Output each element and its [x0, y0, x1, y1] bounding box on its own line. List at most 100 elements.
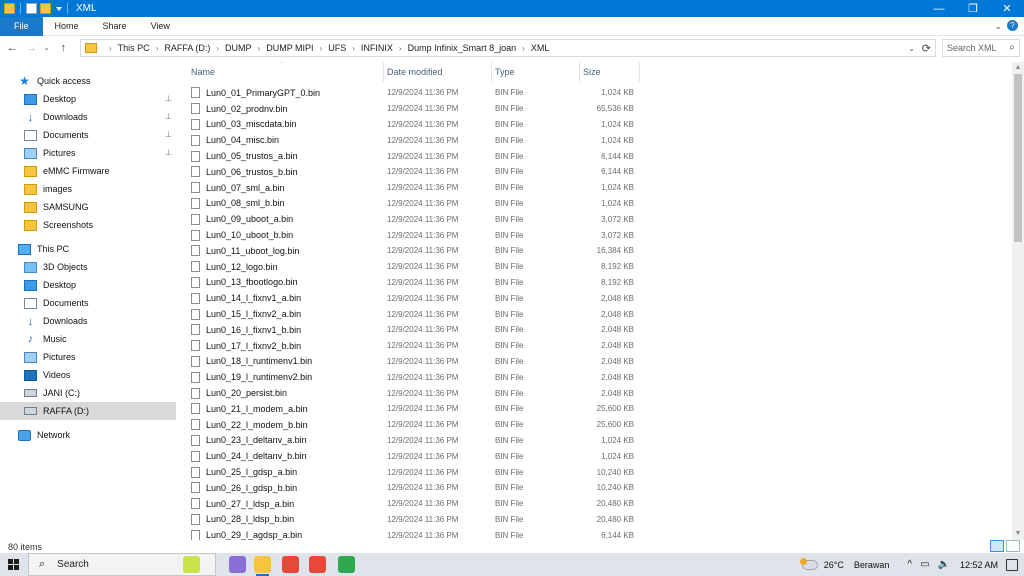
file-name-cell[interactable]: Lun0_09_uboot_a.bin	[191, 213, 293, 225]
file-name-cell[interactable]: Lun0_06_trustos_b.bin	[191, 166, 298, 178]
address-dropdown-icon[interactable]: ⌄	[908, 44, 915, 53]
file-name-cell[interactable]: Lun0_12_logo.bin	[191, 261, 278, 273]
notification-icon[interactable]	[1006, 558, 1018, 571]
file-explorer-icon[interactable]	[254, 556, 271, 576]
recent-locations-icon[interactable]: ⌄	[40, 39, 53, 57]
file-row[interactable]: Lun0_28_l_ldsp_b.bin 12/9/2024 11:36 PM BI…	[187, 512, 647, 528]
file-row[interactable]: Lun0_14_l_fixnv1_a.bin 12/9/2024 11:36 PM…	[187, 290, 647, 306]
breadcrumb-separator-icon[interactable]: ›	[393, 44, 408, 53]
file-row[interactable]: Lun0_01_PrimaryGPT_0.bin 12/9/2024 11:36 …	[187, 85, 647, 101]
breadcrumb-separator-icon[interactable]: ›	[150, 44, 165, 53]
help-icon[interactable]: ?	[1007, 20, 1018, 31]
file-row[interactable]: Lun0_18_l_runtimenv1.bin 12/9/2024 11:36 …	[187, 354, 647, 370]
file-row[interactable]: Lun0_13_fbootlogo.bin 12/9/2024 11:36 PM B…	[187, 275, 647, 291]
file-row[interactable]: Lun0_27_l_ldsp_a.bin 12/9/2024 11:36 PM BI…	[187, 496, 647, 512]
breadcrumb-separator-icon[interactable]: ›	[314, 44, 329, 53]
sidebar-item[interactable]: Videos	[0, 366, 176, 384]
file-name-cell[interactable]: Lun0_23_l_deltanv_a.bin	[191, 434, 307, 446]
file-row[interactable]: Lun0_20_persist.bin 12/9/2024 11:36 PM BIN…	[187, 385, 647, 401]
sidebar-item[interactable]: Documents ⊥	[0, 126, 176, 144]
file-name-cell[interactable]: Lun0_15_l_fixnv2_a.bin	[191, 308, 301, 320]
sidebar-item[interactable]: ↓ Downloads	[0, 312, 176, 330]
green-app-icon[interactable]	[338, 556, 355, 573]
search-input[interactable]: Search XML ⌕	[942, 39, 1020, 57]
breadcrumb-item[interactable]: INFINIX	[361, 43, 393, 53]
file-name-cell[interactable]: Lun0_01_PrimaryGPT_0.bin	[191, 87, 320, 99]
file-row[interactable]: Lun0_02_prodnv.bin 12/9/2024 11:36 PM BIN …	[187, 101, 647, 117]
close-button[interactable]: ✕	[990, 0, 1024, 17]
file-row[interactable]: Lun0_06_trustos_b.bin 12/9/2024 11:36 PM B…	[187, 164, 647, 180]
file-name-cell[interactable]: Lun0_19_l_runtimenv2.bin	[191, 371, 312, 383]
sidebar-item[interactable]: ★ Quick access	[0, 72, 176, 90]
start-button[interactable]	[0, 553, 26, 576]
file-row[interactable]: Lun0_29_l_agdsp_a.bin 12/9/2024 11:36 PM B…	[187, 527, 647, 540]
forward-button[interactable]: →	[25, 39, 38, 57]
breadcrumb-separator-icon[interactable]: ›	[516, 44, 531, 53]
volume-icon[interactable]: 🔈	[938, 559, 950, 570]
file-row[interactable]: Lun0_15_l_fixnv2_a.bin 12/9/2024 11:36 PM…	[187, 306, 647, 322]
sidebar-item[interactable]: ♪ Music	[0, 330, 176, 348]
properties-icon[interactable]	[26, 3, 37, 14]
minimize-button[interactable]: —	[922, 0, 956, 17]
file-name-cell[interactable]: Lun0_04_misc.bin	[191, 134, 279, 146]
sidebar-item[interactable]: Desktop ⊥	[0, 90, 176, 108]
file-name-cell[interactable]: Lun0_11_uboot_log.bin	[191, 245, 299, 257]
file-name-cell[interactable]: Lun0_07_sml_a.bin	[191, 182, 285, 194]
tray-overflow-icon[interactable]: ^	[907, 559, 912, 570]
vertical-scrollbar[interactable]: ▲ ▼	[1012, 62, 1024, 540]
chrome-icon-2[interactable]	[309, 556, 326, 573]
file-row[interactable]: Lun0_07_sml_a.bin 12/9/2024 11:36 PM BIN F…	[187, 180, 647, 196]
chrome-icon[interactable]	[282, 556, 299, 573]
breadcrumb-separator-icon[interactable]: ›	[103, 44, 118, 53]
sidebar-item[interactable]: SAMSUNG	[0, 198, 176, 216]
breadcrumb-item[interactable]: Dump Infinix_Smart 8_joan	[408, 43, 517, 53]
file-row[interactable]: Lun0_12_logo.bin 12/9/2024 11:36 PM BIN Fi…	[187, 259, 647, 275]
sidebar-item[interactable]: RAFFA (D:)	[0, 402, 176, 420]
tennis-widget-icon[interactable]	[183, 556, 200, 573]
file-name-cell[interactable]: Lun0_02_prodnv.bin	[191, 103, 287, 115]
sidebar-item[interactable]: Documents	[0, 294, 176, 312]
column-header-type[interactable]: Type	[491, 62, 579, 82]
file-row[interactable]: Lun0_21_l_modem_a.bin 12/9/2024 11:36 PM B…	[187, 401, 647, 417]
weather-widget[interactable]: 26°C Berawan	[799, 557, 889, 570]
file-row[interactable]: Lun0_08_sml_b.bin 12/9/2024 11:36 PM BIN F…	[187, 196, 647, 212]
file-name-cell[interactable]: Lun0_29_l_agdsp_a.bin	[191, 529, 302, 540]
breadcrumb-separator-icon[interactable]: ›	[210, 44, 225, 53]
sidebar-item[interactable]: Screenshots	[0, 216, 176, 234]
maximize-button[interactable]: ❐	[956, 0, 990, 17]
clock[interactable]: 12:52 AM	[960, 560, 998, 570]
file-name-cell[interactable]: Lun0_08_sml_b.bin	[191, 197, 285, 209]
file-name-cell[interactable]: Lun0_27_l_ldsp_a.bin	[191, 498, 294, 510]
file-name-cell[interactable]: Lun0_16_l_fixnv1_b.bin	[191, 324, 301, 336]
breadcrumb-item[interactable]: This PC	[118, 43, 150, 53]
breadcrumb-item[interactable]: RAFFA (D:)	[164, 43, 210, 53]
file-name-cell[interactable]: Lun0_25_l_gdsp_a.bin	[191, 466, 297, 478]
sidebar-item[interactable]: JANI (C:)	[0, 384, 176, 402]
file-name-cell[interactable]: Lun0_10_uboot_b.bin	[191, 229, 293, 241]
file-name-cell[interactable]: Lun0_13_fbootlogo.bin	[191, 276, 298, 288]
sidebar-item[interactable]: ↓ Downloads ⊥	[0, 108, 176, 126]
file-name-cell[interactable]: Lun0_18_l_runtimenv1.bin	[191, 355, 312, 367]
file-row[interactable]: Lun0_23_l_deltanv_a.bin 12/9/2024 11:36 P…	[187, 433, 647, 449]
file-name-cell[interactable]: Lun0_24_l_deltanv_b.bin	[191, 450, 307, 462]
file-row[interactable]: Lun0_10_uboot_b.bin 12/9/2024 11:36 PM BIN…	[187, 227, 647, 243]
file-row[interactable]: Lun0_03_miscdata.bin 12/9/2024 11:36 PM BI…	[187, 117, 647, 133]
file-row[interactable]: Lun0_24_l_deltanv_b.bin 12/9/2024 11:36 P…	[187, 448, 647, 464]
file-name-cell[interactable]: Lun0_26_l_gdsp_b.bin	[191, 482, 297, 494]
scroll-down-icon[interactable]: ▼	[1012, 528, 1024, 540]
scrollbar-thumb[interactable]	[1014, 74, 1022, 242]
file-name-cell[interactable]: Lun0_21_l_modem_a.bin	[191, 403, 308, 415]
file-row[interactable]: Lun0_09_uboot_a.bin 12/9/2024 11:36 PM BIN…	[187, 211, 647, 227]
breadcrumb-item[interactable]: XML	[531, 43, 550, 53]
sidebar-item[interactable]: eMMC Firmware	[0, 162, 176, 180]
sidebar-item[interactable]: Desktop	[0, 276, 176, 294]
back-button[interactable]: ←	[6, 39, 19, 57]
file-name-cell[interactable]: Lun0_17_l_fixnv2_b.bin	[191, 340, 301, 352]
breadcrumb-separator-icon[interactable]: ›	[346, 44, 361, 53]
file-row[interactable]: Lun0_22_l_modem_b.bin 12/9/2024 11:36 PM B…	[187, 417, 647, 433]
file-row[interactable]: Lun0_11_uboot_log.bin 12/9/2024 11:36 PM B…	[187, 243, 647, 259]
details-view-icon[interactable]	[990, 540, 1004, 552]
breadcrumb-item[interactable]: UFS	[328, 43, 346, 53]
breadcrumb-separator-icon[interactable]: ›	[252, 44, 267, 53]
expand-ribbon-icon[interactable]: ⌄	[994, 21, 1002, 32]
